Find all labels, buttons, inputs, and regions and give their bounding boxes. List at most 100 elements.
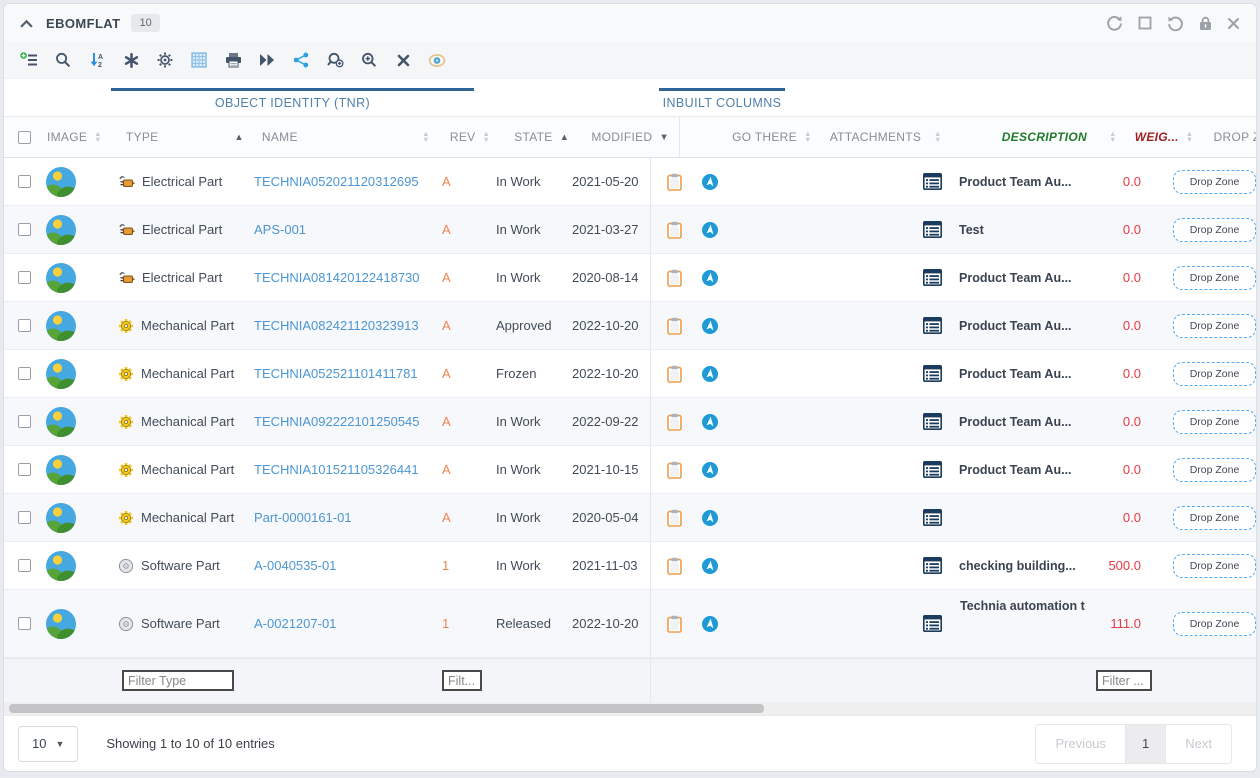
- sort-az-icon[interactable]: A2: [80, 45, 114, 75]
- clipboard-icon[interactable]: [667, 173, 682, 191]
- name-link[interactable]: A-0021207-01: [254, 616, 336, 631]
- name-link[interactable]: TECHNIA052521101411781: [254, 366, 418, 381]
- column-header-rev[interactable]: REV▲▼: [440, 117, 500, 157]
- close-icon[interactable]: [1227, 17, 1240, 30]
- description-editor-icon[interactable]: [923, 173, 942, 190]
- clear-icon[interactable]: [386, 45, 420, 75]
- undo-icon[interactable]: [1167, 15, 1184, 32]
- row-checkbox[interactable]: [18, 415, 31, 428]
- row-checkbox[interactable]: [18, 559, 31, 572]
- go-there-navigate-icon[interactable]: [701, 173, 719, 191]
- row-checkbox[interactable]: [18, 367, 31, 380]
- name-link[interactable]: TECHNIA092222101250545: [254, 414, 420, 429]
- fast-forward-icon[interactable]: [250, 45, 284, 75]
- next-page-button[interactable]: Next: [1165, 725, 1231, 763]
- clipboard-icon[interactable]: [667, 269, 682, 287]
- print-icon[interactable]: [216, 45, 250, 75]
- description-editor-icon[interactable]: [923, 615, 942, 632]
- asterisk-icon[interactable]: [114, 45, 148, 75]
- collapse-chevron-up-icon[interactable]: [20, 19, 33, 28]
- clipboard-icon[interactable]: [667, 461, 682, 479]
- go-there-navigate-icon[interactable]: [701, 317, 719, 335]
- select-all-checkbox[interactable]: [18, 131, 31, 144]
- go-there-navigate-icon[interactable]: [701, 365, 719, 383]
- weight-filter-input[interactable]: [1096, 670, 1152, 691]
- current-page-button[interactable]: 1: [1125, 725, 1165, 763]
- go-there-navigate-icon[interactable]: [701, 461, 719, 479]
- clipboard-icon[interactable]: [667, 365, 682, 383]
- share-icon[interactable]: [284, 45, 318, 75]
- lock-icon[interactable]: [1199, 16, 1212, 31]
- row-checkbox[interactable]: [18, 319, 31, 332]
- image-thumbnail[interactable]: [46, 263, 76, 293]
- previous-page-button[interactable]: Previous: [1036, 725, 1125, 763]
- drop-zone-button[interactable]: Drop Zone: [1173, 266, 1256, 290]
- go-there-navigate-icon[interactable]: [701, 615, 719, 633]
- image-thumbnail[interactable]: [46, 167, 76, 197]
- refresh-icon[interactable]: [1106, 15, 1123, 32]
- row-checkbox[interactable]: [18, 271, 31, 284]
- clipboard-icon[interactable]: [667, 615, 682, 633]
- drop-zone-button[interactable]: Drop Zone: [1173, 458, 1256, 482]
- name-link[interactable]: TECHNIA101521105326441: [254, 462, 419, 477]
- page-size-select[interactable]: 10 ▼: [18, 726, 78, 762]
- row-checkbox[interactable]: [18, 463, 31, 476]
- name-link[interactable]: TECHNIA052021120312695: [254, 174, 419, 189]
- drop-zone-button[interactable]: Drop Zone: [1173, 612, 1256, 636]
- description-editor-icon[interactable]: [923, 509, 942, 526]
- go-there-navigate-icon[interactable]: [701, 413, 719, 431]
- image-thumbnail[interactable]: [46, 311, 76, 341]
- drop-zone-button[interactable]: Drop Zone: [1173, 314, 1256, 338]
- row-checkbox[interactable]: [18, 511, 31, 524]
- row-checkbox[interactable]: [18, 223, 31, 236]
- clipboard-icon[interactable]: [667, 509, 682, 527]
- description-editor-icon[interactable]: [923, 365, 942, 382]
- column-header-name[interactable]: NAME▲▼: [254, 117, 440, 157]
- settings-gear-icon[interactable]: [148, 45, 182, 75]
- zoom-in-icon[interactable]: [352, 45, 386, 75]
- clipboard-icon[interactable]: [667, 221, 682, 239]
- name-link[interactable]: TECHNIA081420122418730: [254, 270, 420, 285]
- row-checkbox[interactable]: [18, 175, 31, 188]
- column-header-description[interactable]: DESCRIPTION▲▼: [952, 117, 1127, 157]
- column-header-go-there[interactable]: GO THERE▲▼: [679, 117, 822, 157]
- drop-zone-button[interactable]: Drop Zone: [1173, 554, 1256, 578]
- column-header-modified[interactable]: MODIFIED▼: [579, 117, 679, 157]
- column-header-type[interactable]: TYPE▲: [112, 117, 254, 157]
- drop-zone-button[interactable]: Drop Zone: [1173, 218, 1256, 242]
- description-editor-icon[interactable]: [923, 413, 942, 430]
- name-link[interactable]: A-0040535-01: [254, 558, 336, 573]
- description-editor-icon[interactable]: [923, 269, 942, 286]
- clipboard-icon[interactable]: [667, 317, 682, 335]
- go-there-navigate-icon[interactable]: [701, 557, 719, 575]
- image-thumbnail[interactable]: [46, 609, 76, 639]
- visibility-icon[interactable]: [420, 45, 454, 75]
- drop-zone-button[interactable]: Drop Zone: [1173, 506, 1256, 530]
- drop-zone-button[interactable]: Drop Zone: [1173, 362, 1256, 386]
- clipboard-icon[interactable]: [667, 413, 682, 431]
- go-there-navigate-icon[interactable]: [701, 509, 719, 527]
- name-link[interactable]: TECHNIA082421120323913: [254, 318, 419, 333]
- description-editor-icon[interactable]: [923, 461, 942, 478]
- column-header-weight[interactable]: WEIG...▲▼: [1127, 117, 1206, 157]
- name-link[interactable]: APS-001: [254, 222, 306, 237]
- maximize-icon[interactable]: [1138, 16, 1152, 30]
- table-view-icon[interactable]: [182, 45, 216, 75]
- name-link[interactable]: Part-0000161-01: [254, 510, 352, 525]
- image-thumbnail[interactable]: [46, 215, 76, 245]
- row-checkbox[interactable]: [18, 617, 31, 630]
- description-editor-icon[interactable]: [923, 221, 942, 238]
- column-header-attachments[interactable]: ATTACHMENTS▲▼: [822, 117, 952, 157]
- column-header-image[interactable]: IMAGE▲▼: [41, 117, 112, 157]
- drop-zone-button[interactable]: Drop Zone: [1173, 170, 1256, 194]
- type-filter-input[interactable]: [122, 670, 234, 691]
- description-editor-icon[interactable]: [923, 317, 942, 334]
- search-icon[interactable]: [46, 45, 80, 75]
- image-thumbnail[interactable]: [46, 359, 76, 389]
- clipboard-icon[interactable]: [667, 557, 682, 575]
- image-thumbnail[interactable]: [46, 407, 76, 437]
- add-row-icon[interactable]: [12, 45, 46, 75]
- go-there-navigate-icon[interactable]: [701, 269, 719, 287]
- go-there-navigate-icon[interactable]: [701, 221, 719, 239]
- scrollbar-thumb[interactable]: [9, 704, 764, 713]
